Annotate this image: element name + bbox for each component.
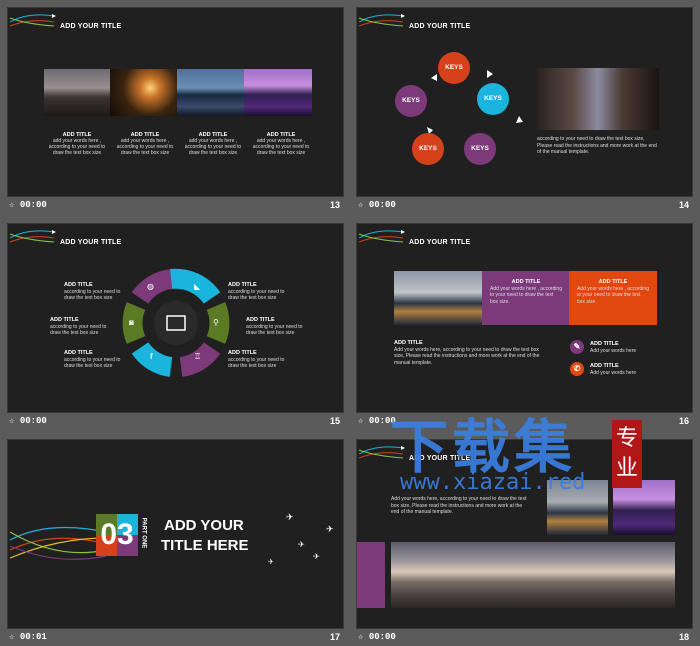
slide-timing: ☆ 00:01: [9, 632, 47, 642]
slide-title: ADD YOUR TITLE: [60, 239, 122, 246]
slide-canvas: ADD YOUR TITLE KEYS KEYS KEYS KEYS KEYS …: [356, 7, 693, 197]
keys-circle-left: KEYS: [395, 85, 427, 117]
orange-text-box: ADD TITLE Add your words here , according…: [569, 271, 657, 325]
trophy-icon: ♖: [194, 352, 202, 361]
slide-number: 13: [329, 200, 340, 210]
city-photo-4: [244, 69, 312, 116]
facebook-icon: f: [150, 352, 153, 361]
slide-info-bar: ☆ 00:01 17: [7, 631, 344, 645]
city-photo-3: [177, 69, 244, 116]
slide-number: 15: [329, 416, 340, 426]
slide-timing: ☆ 00:00: [9, 200, 47, 210]
camera-icon: ◙: [129, 318, 134, 327]
purple-accent-block: [357, 542, 385, 608]
purple-text-box: ADD TITLE Add your words here , according…: [482, 271, 569, 325]
night-city-photo: [613, 480, 675, 535]
slide-canvas: ADD YOUR TITLE ◍ ◣ ⚲ ♖ f ◙ ADD TITLE acco…: [7, 223, 344, 413]
slide-body-text: Add your words here, according to your n…: [391, 496, 527, 515]
slide-number: 14: [678, 200, 689, 210]
airplane-lines-decoration: [358, 14, 405, 27]
search-icon: ⚲: [213, 318, 219, 327]
airplane-icon: ✈: [313, 552, 320, 561]
slide-body-text: according to your need to draw the text …: [537, 136, 657, 155]
slide-title: ADD YOUR TITLE: [409, 23, 471, 30]
part-label: PART ONE: [140, 517, 147, 549]
bridge-photo: [394, 271, 482, 325]
keys-circle-right: KEYS: [477, 83, 509, 115]
item-right-2: ADD TITLE according to your need to draw …: [246, 317, 303, 336]
section-title-line2: TITLE HERE: [161, 537, 249, 554]
slide-title: ADD YOUR TITLE: [60, 23, 122, 30]
slide-number: 16: [678, 416, 689, 426]
slide-thumb-14[interactable]: ADD YOUR TITLE KEYS KEYS KEYS KEYS KEYS …: [356, 7, 693, 211]
slide-info-bar: ☆ 00:00 13: [7, 199, 344, 213]
slide-thumb-13[interactable]: ADD YOUR TITLE ADD TITLE add your words h…: [7, 7, 344, 211]
airplane-icon: ✈: [286, 512, 294, 522]
caption-2: ADD TITLE add your words here , according…: [116, 132, 174, 156]
keys-circle-top: KEYS: [438, 52, 470, 84]
city-photo-1: [44, 69, 110, 116]
phone-icon: ✆: [570, 362, 584, 376]
wrench-icon: ✎: [570, 340, 584, 354]
slide-number: 17: [329, 632, 340, 642]
city-photo-2: [110, 69, 177, 116]
slide-info-bar: ☆ 00:00 15: [7, 415, 344, 429]
watermark-url: www.xiazai.red: [400, 470, 586, 495]
alley-photo: [537, 68, 659, 130]
slide-info-bar: ☆ 00:00 14: [356, 199, 693, 213]
globe-icon: ◍: [147, 282, 154, 291]
side-item-2: ADD TITLE Add your words here: [590, 363, 637, 376]
slide-title: ADD YOUR TITLE: [409, 239, 471, 246]
keys-circle-bottom-left: KEYS: [412, 133, 444, 165]
slide-canvas: ADD YOUR TITLE ADD TITLE add your words h…: [7, 7, 344, 197]
slide-canvas: 03 PART ONE ADD YOUR TITLE HERE ✈ ✈ ✈ ✈ …: [7, 439, 344, 629]
item-right-3: ADD TITLE according to your need to draw …: [228, 350, 285, 369]
airplane-lines-decoration: [9, 14, 56, 27]
airplane-icon: ✈: [326, 524, 334, 534]
section-title-line1: ADD YOUR: [164, 517, 244, 534]
item-left-1: ADD TITLE according to your need to draw …: [64, 282, 121, 301]
slide-canvas: ADD YOUR TITLE ADD TITLE Add your words h…: [356, 223, 693, 413]
item-left-3: ADD TITLE according to your need to draw …: [64, 350, 121, 369]
caption-1: ADD TITLE add your words here , according…: [48, 132, 106, 156]
airplane-lines-decoration: [358, 230, 405, 243]
caption-3: ADD TITLE add your words here , according…: [184, 132, 242, 156]
skyline-photo: [391, 542, 675, 608]
section-number: 03: [100, 518, 134, 551]
airplane-lines-decoration: [9, 230, 56, 243]
item-right-1: ADD TITLE according to your need to draw …: [228, 282, 285, 301]
slide-thumb-15[interactable]: ADD YOUR TITLE ◍ ◣ ⚲ ♖ f ◙ ADD TITLE acco…: [7, 223, 344, 427]
slide-timing: ☆ 00:00: [9, 416, 47, 426]
slide-thumb-16[interactable]: ADD YOUR TITLE ADD TITLE Add your words h…: [356, 223, 693, 427]
slide-number: 18: [678, 632, 689, 642]
airplane-icon: ✈: [298, 540, 305, 549]
caption-4: ADD TITLE add your words here , according…: [252, 132, 310, 156]
slide-timing: ☆ 00:00: [358, 200, 396, 210]
colored-lines-decoration: [9, 526, 107, 560]
main-text: ADD TITLE Add your words here, according …: [394, 340, 540, 366]
keys-circle-bottom-right: KEYS: [464, 133, 496, 165]
side-item-1: ADD TITLE Add your words here: [590, 341, 637, 354]
slide-timing: ☆ 00:00: [358, 632, 396, 642]
item-left-2: ADD TITLE according to your need to draw …: [50, 317, 107, 336]
watermark-seal: 专业: [612, 420, 642, 488]
megaphone-icon: ◣: [194, 282, 201, 291]
slide-thumb-17[interactable]: 03 PART ONE ADD YOUR TITLE HERE ✈ ✈ ✈ ✈ …: [7, 439, 344, 643]
airplane-icon: ✈: [268, 559, 274, 566]
slide-info-bar: ☆ 00:00 18: [356, 631, 693, 645]
